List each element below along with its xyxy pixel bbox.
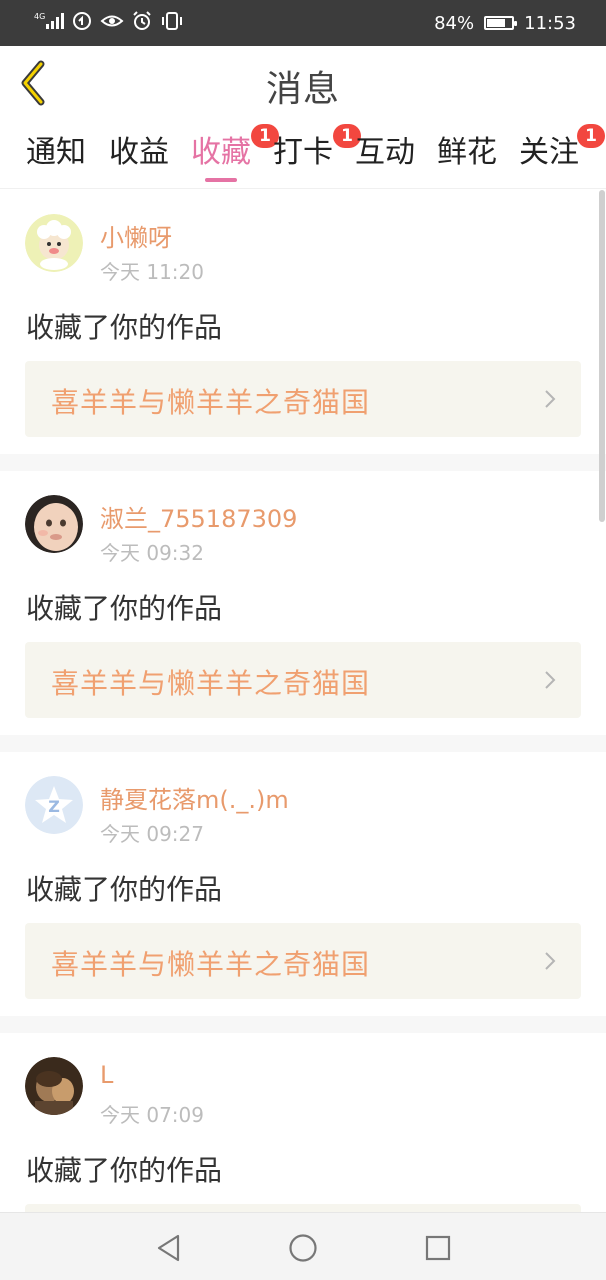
- vibrate-icon: [160, 10, 184, 36]
- message-card: 淑兰_755187309 今天 09:32 收藏了你的作品 喜羊羊与懒羊羊之奇猫…: [0, 471, 606, 735]
- battery-icon: [484, 16, 518, 30]
- active-tab-indicator: [205, 178, 237, 182]
- tab-notice[interactable]: 通知: [24, 132, 88, 186]
- app-header: 消息: [0, 46, 606, 122]
- message-tabs: 通知 收益 收藏 1 打卡 1 互动 鲜花 关注 1: [0, 122, 606, 189]
- timestamp: 今天 09:27: [100, 822, 204, 846]
- action-text: 收藏了你的作品: [26, 1154, 223, 1187]
- username[interactable]: L: [100, 1061, 113, 1089]
- screen: 4G 84% 11:53 消息 通知 收益 收藏 1 打卡 1 互动 鲜花 关注…: [0, 0, 606, 1280]
- work-link[interactable]: 喜羊羊与懒羊羊之奇猫国: [25, 923, 581, 999]
- message-card: 小懒呀 今天 11:20 收藏了你的作品 喜羊羊与懒羊羊之奇猫国: [0, 190, 606, 454]
- tab-label: 收藏: [191, 135, 251, 170]
- data-saver-icon: [71, 10, 93, 36]
- tab-checkin[interactable]: 打卡 1: [271, 124, 361, 186]
- timestamp: 今天 07:09: [100, 1103, 204, 1127]
- chevron-right-icon: [545, 671, 556, 689]
- work-link[interactable]: 喜羊羊与懒羊羊之奇猫国: [25, 642, 581, 718]
- tab-label: 互动: [355, 135, 415, 170]
- tab-follow[interactable]: 关注 1: [517, 124, 605, 186]
- svg-text:Z: Z: [48, 797, 60, 816]
- status-icons-left: 4G: [34, 10, 184, 36]
- chevron-right-icon: [545, 390, 556, 408]
- tab-favorites[interactable]: 收藏 1: [189, 124, 279, 186]
- nav-back-button[interactable]: [152, 1231, 186, 1265]
- action-text: 收藏了你的作品: [26, 311, 223, 344]
- message-card: Z 静夏花落m(._.)m 今天 09:27 收藏了你的作品 喜羊羊与懒羊羊之奇…: [0, 752, 606, 1016]
- tab-label: 通知: [26, 135, 86, 170]
- message-card: L 今天 07:09 收藏了你的作品: [0, 1033, 606, 1212]
- work-title: 喜羊羊与懒羊羊之奇猫国: [51, 386, 371, 419]
- tab-earnings[interactable]: 收益: [107, 132, 171, 186]
- work-title: 喜羊羊与懒羊羊之奇猫国: [51, 667, 371, 700]
- avatar[interactable]: Z: [25, 776, 83, 834]
- clock: 11:53: [524, 12, 576, 34]
- system-nav-bar: [0, 1212, 606, 1280]
- avatar[interactable]: [25, 495, 83, 553]
- tab-label: 关注: [519, 135, 579, 170]
- tab-label: 收益: [109, 135, 169, 170]
- battery-percent: 84%: [434, 12, 475, 34]
- username[interactable]: 小懒呀: [100, 218, 172, 253]
- status-icons-right: 84% 11:53: [434, 10, 576, 36]
- message-list[interactable]: 小懒呀 今天 11:20 收藏了你的作品 喜羊羊与懒羊羊之奇猫国 淑兰_7551…: [0, 190, 606, 1212]
- tab-label: 鲜花: [437, 135, 497, 170]
- status-bar: 4G 84% 11:53: [0, 0, 606, 46]
- network-type-label: 4G: [34, 12, 45, 21]
- eye-icon: [100, 10, 124, 36]
- page-title: 消息: [265, 69, 340, 110]
- avatar[interactable]: [25, 1057, 83, 1115]
- action-text: 收藏了你的作品: [26, 873, 223, 906]
- work-link[interactable]: [25, 1204, 581, 1212]
- battery-fill: [487, 19, 506, 27]
- alarm-icon: [131, 10, 153, 36]
- timestamp: 今天 09:32: [100, 541, 204, 565]
- timestamp: 今天 11:20: [100, 260, 204, 284]
- scrollbar[interactable]: [599, 190, 605, 522]
- tab-interaction[interactable]: 互动: [353, 132, 417, 186]
- tab-flowers[interactable]: 鲜花: [435, 132, 499, 186]
- chevron-right-icon: [545, 952, 556, 970]
- avatar[interactable]: [25, 214, 83, 272]
- username[interactable]: 静夏花落m(._.)m: [100, 780, 289, 815]
- action-text: 收藏了你的作品: [26, 592, 223, 625]
- work-title: 喜羊羊与懒羊羊之奇猫国: [51, 948, 371, 981]
- square-recents-icon: [425, 1235, 451, 1261]
- work-link[interactable]: 喜羊羊与懒羊羊之奇猫国: [25, 361, 581, 437]
- triangle-back-icon: [157, 1234, 180, 1262]
- nav-home-button[interactable]: [286, 1231, 320, 1265]
- nav-recents-button[interactable]: [421, 1231, 455, 1265]
- unread-badge: 1: [577, 124, 605, 148]
- username[interactable]: 淑兰_755187309: [100, 499, 297, 534]
- tab-label: 打卡: [273, 135, 333, 170]
- circle-home-icon: [289, 1234, 317, 1262]
- signal-icon: 4G: [34, 11, 64, 35]
